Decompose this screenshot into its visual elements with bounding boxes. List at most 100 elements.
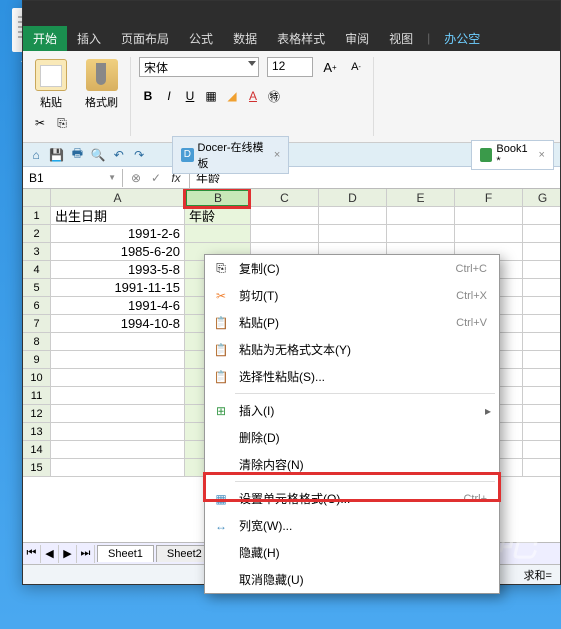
- sheet-nav-next[interactable]: ▶: [59, 545, 77, 563]
- menu-view[interactable]: 视图: [379, 26, 423, 51]
- menu-page-layout[interactable]: 页面布局: [111, 26, 179, 51]
- ctx-hide[interactable]: 隐藏(H): [205, 539, 499, 566]
- save-icon[interactable]: 💾: [49, 147, 64, 163]
- sheet-tab-1[interactable]: Sheet1: [97, 545, 154, 562]
- sheet-nav-last[interactable]: ⏭: [77, 545, 95, 563]
- row-header[interactable]: 3: [23, 243, 51, 261]
- cell[interactable]: [523, 225, 560, 243]
- cell[interactable]: [387, 207, 455, 225]
- home-icon[interactable]: ⌂: [29, 147, 43, 163]
- row-header[interactable]: 2: [23, 225, 51, 243]
- fx-enter-icon[interactable]: ✓: [147, 171, 165, 185]
- font-color-button[interactable]: A: [244, 87, 262, 105]
- col-header-g[interactable]: G: [523, 189, 560, 207]
- underline-button[interactable]: U: [181, 87, 199, 105]
- cell-a3[interactable]: 1985-6-20: [51, 243, 185, 261]
- font-name-select[interactable]: 宋体: [139, 57, 259, 77]
- cell-a7[interactable]: 1994-10-8: [51, 315, 185, 333]
- ctx-paste-special[interactable]: 📋选择性粘贴(S)...: [205, 363, 499, 390]
- ctx-unhide[interactable]: 取消隐藏(U): [205, 566, 499, 593]
- cell[interactable]: [523, 297, 560, 315]
- row-header[interactable]: 15: [23, 459, 51, 477]
- row-header[interactable]: 7: [23, 315, 51, 333]
- window-titlebar[interactable]: [23, 1, 560, 25]
- preview-icon[interactable]: 🔍: [91, 147, 106, 163]
- cell[interactable]: [387, 225, 455, 243]
- cell[interactable]: [523, 333, 560, 351]
- cell-a5[interactable]: 1991-11-15: [51, 279, 185, 297]
- cell[interactable]: [455, 225, 523, 243]
- ctx-delete[interactable]: 删除(D): [205, 424, 499, 451]
- ctx-clear[interactable]: 清除内容(N): [205, 451, 499, 478]
- cell[interactable]: [51, 369, 185, 387]
- close-tab-docer[interactable]: ×: [274, 149, 280, 161]
- cell[interactable]: [523, 423, 560, 441]
- cell[interactable]: [523, 315, 560, 333]
- cell[interactable]: [523, 261, 560, 279]
- undo-icon[interactable]: ↶: [112, 147, 126, 163]
- cell[interactable]: [523, 207, 560, 225]
- row-header[interactable]: 12: [23, 405, 51, 423]
- col-header-d[interactable]: D: [319, 189, 387, 207]
- select-all-corner[interactable]: [23, 189, 51, 207]
- row-header[interactable]: 8: [23, 333, 51, 351]
- shrink-font-button[interactable]: A-: [347, 58, 365, 76]
- cell[interactable]: [251, 207, 319, 225]
- cell[interactable]: [51, 405, 185, 423]
- ctx-insert[interactable]: ⊞插入(I): [205, 397, 499, 424]
- cell[interactable]: [523, 405, 560, 423]
- menu-start[interactable]: 开始: [23, 26, 67, 51]
- ctx-format-cells[interactable]: ▦设置单元格格式(O)...Ctrl+: [205, 485, 499, 512]
- cell[interactable]: [523, 441, 560, 459]
- cell[interactable]: [523, 351, 560, 369]
- fx-cancel-icon[interactable]: ⊗: [127, 171, 145, 185]
- ctx-copy[interactable]: ⎘复制(C)Ctrl+C: [205, 255, 499, 282]
- copy-icon[interactable]: ⎘: [53, 114, 71, 132]
- format-painter-button[interactable]: 格式刷: [81, 57, 122, 112]
- cell[interactable]: [523, 369, 560, 387]
- fill-color-button[interactable]: ◢: [223, 87, 241, 105]
- cell-a4[interactable]: 1993-5-8: [51, 261, 185, 279]
- ctx-paste-text[interactable]: 📋粘贴为无格式文本(Y): [205, 336, 499, 363]
- menu-table-style[interactable]: 表格样式: [267, 26, 335, 51]
- ctx-col-width[interactable]: ↔列宽(W)...: [205, 512, 499, 539]
- row-header[interactable]: 5: [23, 279, 51, 297]
- font-size-select[interactable]: 12: [267, 57, 313, 77]
- row-header[interactable]: 9: [23, 351, 51, 369]
- print-icon[interactable]: 🖶: [70, 147, 84, 163]
- cell-b2[interactable]: [185, 225, 251, 243]
- ruby-button[interactable]: ㊕: [265, 87, 283, 105]
- cell-a2[interactable]: 1991-2-6: [51, 225, 185, 243]
- ctx-cut[interactable]: ✂剪切(T)Ctrl+X: [205, 282, 499, 309]
- tab-book1[interactable]: Book1 * ×: [471, 140, 554, 170]
- row-header[interactable]: 6: [23, 297, 51, 315]
- menu-formula[interactable]: 公式: [179, 26, 223, 51]
- menu-data[interactable]: 数据: [223, 26, 267, 51]
- cell[interactable]: [51, 423, 185, 441]
- col-header-f[interactable]: F: [455, 189, 523, 207]
- cell[interactable]: [51, 333, 185, 351]
- menu-office[interactable]: 办公空: [434, 26, 490, 51]
- paste-button[interactable]: 粘贴: [31, 57, 71, 112]
- cell[interactable]: [523, 459, 560, 477]
- cell-a1[interactable]: 出生日期: [51, 207, 185, 225]
- cell[interactable]: [523, 387, 560, 405]
- cell[interactable]: [51, 459, 185, 477]
- ctx-paste[interactable]: 📋粘贴(P)Ctrl+V: [205, 309, 499, 336]
- italic-button[interactable]: I: [160, 87, 178, 105]
- tab-docer[interactable]: D Docer-在线模板 ×: [172, 136, 289, 174]
- cell[interactable]: [523, 243, 560, 261]
- menu-insert[interactable]: 插入: [67, 26, 111, 51]
- bold-button[interactable]: B: [139, 87, 157, 105]
- col-header-e[interactable]: E: [387, 189, 455, 207]
- grow-font-button[interactable]: A+: [321, 58, 339, 76]
- sheet-nav-first[interactable]: ⏮: [23, 545, 41, 563]
- col-header-c[interactable]: C: [251, 189, 319, 207]
- cut-icon[interactable]: ✂: [31, 114, 49, 132]
- sheet-nav-prev[interactable]: ◀: [41, 545, 59, 563]
- cell[interactable]: [51, 351, 185, 369]
- row-header[interactable]: 14: [23, 441, 51, 459]
- row-header[interactable]: 13: [23, 423, 51, 441]
- redo-icon[interactable]: ↷: [132, 147, 146, 163]
- close-tab-book1[interactable]: ×: [539, 149, 545, 161]
